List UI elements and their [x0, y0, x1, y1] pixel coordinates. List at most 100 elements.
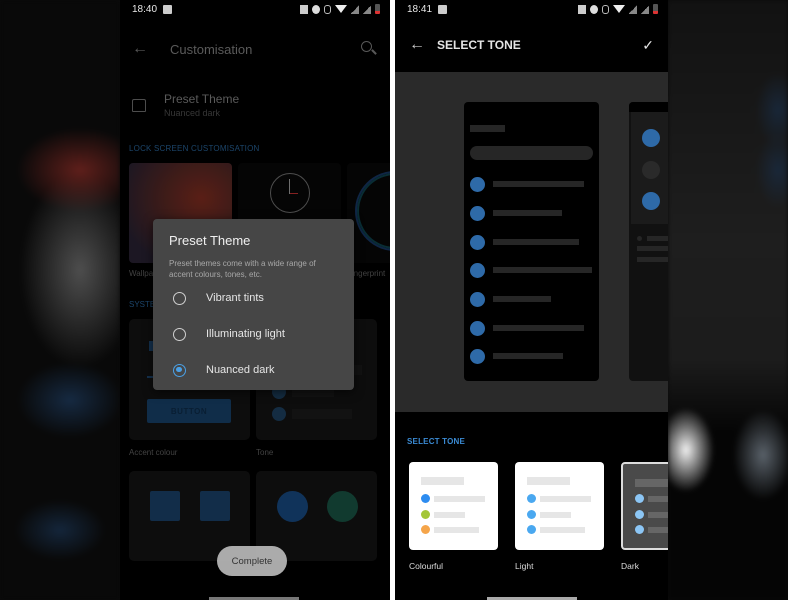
tone-card-header	[421, 477, 464, 485]
option-label: Illuminating light	[206, 328, 285, 340]
customisation-screen: 18:40 ← Customisation Preset Theme Nuanc…	[120, 0, 390, 600]
arrow-left-icon[interactable]: ←	[409, 36, 437, 54]
tone-card-dot	[421, 494, 430, 503]
preview-side-top	[629, 102, 668, 112]
select-tone-screen: 18:41 ← SELECT TONE ✓ SELECT TONE Colour…	[395, 0, 668, 600]
notification-icon	[438, 4, 448, 14]
wifi-icon	[613, 5, 625, 13]
radio-button-selected[interactable]	[173, 363, 186, 377]
tone-card-bar	[540, 527, 585, 533]
messages-app-icon	[327, 491, 358, 522]
status-time: 18:40	[132, 3, 158, 15]
tone-card-dot	[635, 494, 644, 503]
dialog-title: Preset Theme	[169, 233, 251, 248]
vibrate-icon	[324, 4, 331, 14]
preview-side-line	[637, 257, 668, 262]
preview-list-bar	[493, 239, 579, 245]
option-vibrant-tints[interactable]: Vibrant tints	[169, 280, 338, 316]
toast-message: Complete	[217, 546, 287, 576]
battery-icon	[375, 4, 380, 14]
signal-icon-2	[641, 4, 649, 14]
preview-side-dot	[642, 192, 660, 210]
clock-icon	[270, 173, 310, 213]
preview-list-dot	[470, 235, 485, 250]
shirt-icon	[132, 98, 146, 112]
tone-card-bar	[434, 496, 485, 502]
tone-label-light: Light	[515, 561, 534, 571]
tone-option-colourful[interactable]	[409, 462, 498, 550]
radio-button[interactable]	[173, 327, 186, 341]
status-bar: 18:41	[395, 0, 668, 18]
preview-list-bar	[493, 181, 584, 187]
option-nuanced-dark[interactable]: Nuanced dark	[169, 352, 338, 388]
button-preview: BUTTON	[147, 399, 231, 423]
check-icon[interactable]: ✓	[642, 37, 654, 54]
tone-card-bar	[648, 496, 668, 502]
tone-card-dot	[527, 494, 536, 503]
preview-list-bar	[493, 296, 551, 302]
preview-list-dot	[470, 177, 485, 192]
nfc-icon	[300, 4, 308, 14]
blurred-background-left	[0, 0, 120, 600]
tone-card-dot	[635, 510, 644, 519]
tone-card-dot	[421, 525, 430, 534]
preview-list-bar	[493, 210, 562, 216]
tone-card-header	[527, 477, 570, 485]
preset-theme-value: Nuanced dark	[164, 108, 221, 118]
option-label: Vibrant tints	[206, 292, 264, 304]
preview-screen-main	[464, 102, 599, 381]
preset-theme-row[interactable]: Preset Theme Nuanced dark	[120, 80, 390, 130]
vibrate-icon	[602, 4, 609, 14]
preview-list-dot	[470, 349, 485, 364]
option-illuminating-light[interactable]: Illuminating light	[169, 316, 338, 352]
tone-option-labels: Colourful Light Dark	[409, 561, 668, 571]
wifi-tile-icon	[150, 491, 180, 521]
preview-list-bar	[493, 325, 584, 331]
preview-list-bar	[493, 353, 563, 359]
tone-label-colourful: Colourful	[409, 561, 444, 571]
signal-icon	[351, 4, 359, 14]
nfc-icon	[578, 4, 586, 14]
system-labels: Accent colour Tone	[120, 448, 390, 457]
preview-side-line	[647, 236, 668, 241]
page-title: Customisation	[170, 41, 253, 57]
tone-option-dark[interactable]	[621, 462, 668, 550]
signal-icon	[629, 4, 637, 14]
radio-button[interactable]	[173, 291, 186, 305]
blurred-background-right	[668, 0, 788, 600]
notification-icon	[163, 4, 173, 14]
preset-theme-title: Preset Theme	[164, 92, 240, 106]
tone-label-dark: Dark	[621, 561, 639, 571]
tone-option-light[interactable]	[515, 462, 604, 550]
tone-preview-area[interactable]	[395, 72, 668, 412]
tone-card-dot	[527, 510, 536, 519]
tone-options	[409, 462, 668, 550]
preview-side-dot	[642, 161, 660, 179]
search-icon[interactable]	[360, 40, 378, 58]
preset-theme-dialog: Preset Theme Preset themes come with a w…	[153, 219, 354, 390]
select-tone-section-header: SELECT TONE	[407, 437, 466, 446]
preview-search-bar	[470, 146, 593, 160]
wifi-icon	[335, 5, 347, 13]
tone-preview-bar	[292, 409, 352, 419]
status-bar: 18:40	[120, 0, 390, 18]
dialog-description: Preset themes come with a wide range of …	[169, 259, 316, 279]
option-label: Nuanced dark	[206, 364, 275, 376]
arrow-left-icon[interactable]: ←	[132, 40, 158, 58]
tone-card-bar	[434, 527, 479, 533]
fingerprint-animation-icon	[355, 171, 390, 251]
accent-colour-label: Accent colour	[129, 448, 178, 457]
tone-card-bar	[648, 512, 668, 518]
tone-card-dot	[635, 525, 644, 534]
preview-side-line	[637, 236, 642, 241]
battery-icon	[653, 4, 658, 14]
preview-title-bar	[470, 125, 505, 132]
preview-side-line	[637, 246, 668, 251]
do-not-disturb-icon	[590, 4, 598, 14]
tone-card-bar	[540, 496, 591, 502]
preview-list-dot	[470, 292, 485, 307]
phone-app-icon	[277, 491, 308, 522]
location-tile-icon	[200, 491, 230, 521]
page-title: SELECT TONE	[437, 38, 521, 52]
tone-card-dot	[421, 510, 430, 519]
